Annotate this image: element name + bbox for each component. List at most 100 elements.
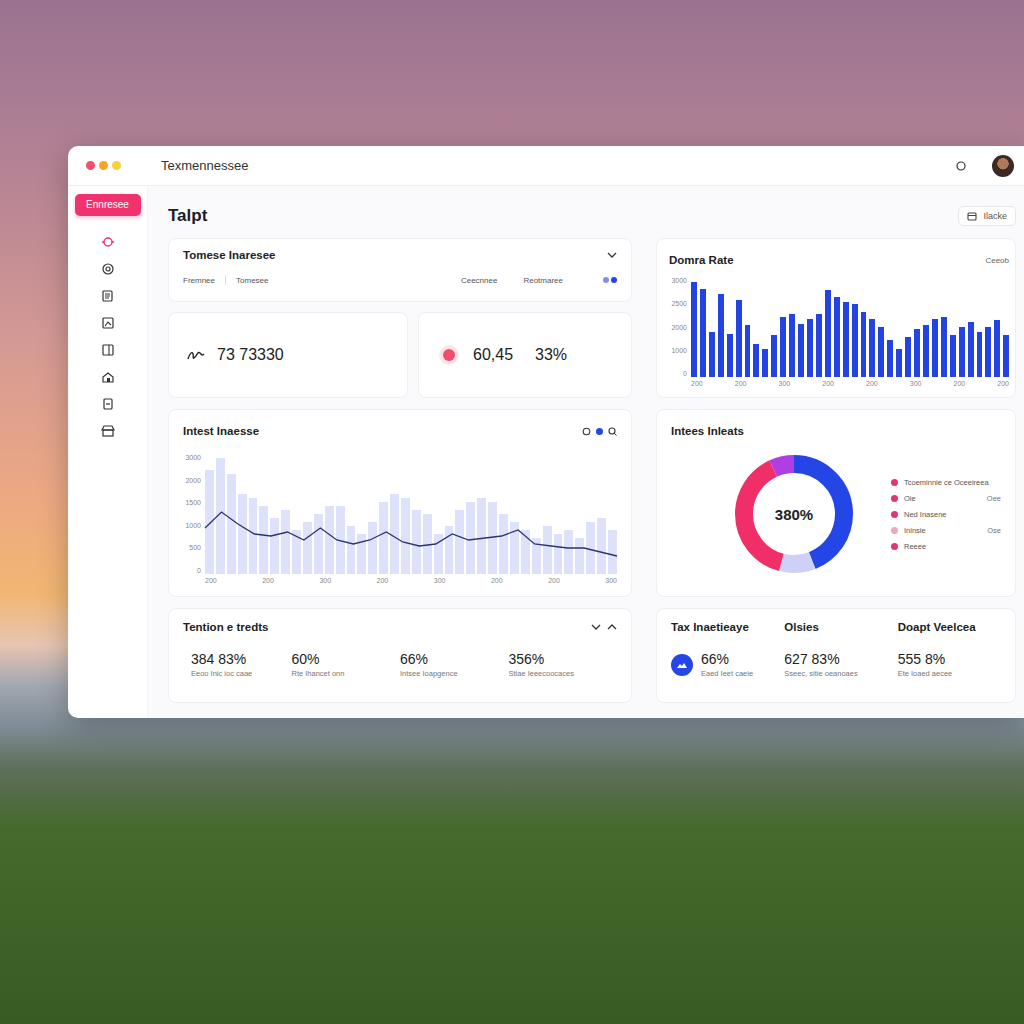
bar[interactable]	[932, 319, 938, 377]
bar[interactable]	[798, 324, 804, 377]
bar[interactable]	[597, 518, 606, 574]
bar[interactable]	[905, 337, 911, 377]
bar[interactable]	[227, 474, 236, 574]
bar[interactable]	[753, 344, 759, 377]
bar[interactable]	[745, 325, 751, 377]
bar[interactable]	[780, 317, 786, 377]
bar[interactable]	[923, 325, 929, 377]
bar[interactable]	[586, 522, 595, 574]
at-icon[interactable]	[102, 263, 114, 275]
chevron-down-icon[interactable]	[607, 252, 617, 258]
bar[interactable]	[412, 510, 421, 574]
bar[interactable]	[499, 514, 508, 574]
bar[interactable]	[259, 506, 268, 574]
bar[interactable]	[1003, 335, 1009, 377]
bar[interactable]	[554, 534, 563, 574]
search-icon[interactable]	[956, 161, 966, 171]
bar[interactable]	[543, 526, 552, 574]
signature-icon	[187, 349, 205, 361]
target-icon[interactable]	[101, 236, 115, 248]
summary-label[interactable]: Fremnee	[183, 276, 215, 285]
bar[interactable]	[852, 304, 858, 377]
window-dot[interactable]	[112, 161, 121, 170]
bar[interactable]	[727, 334, 733, 377]
bar[interactable]	[575, 538, 584, 574]
bar[interactable]	[270, 518, 279, 574]
bar[interactable]	[564, 530, 573, 574]
stat: 60%Rte Ihancet onn	[292, 651, 401, 678]
legend-item[interactable]: IninsieOse	[891, 526, 1001, 535]
bar[interactable]	[869, 319, 875, 377]
summary-label[interactable]: Ceecnnee	[461, 276, 497, 285]
bar[interactable]	[896, 349, 902, 377]
bar[interactable]	[834, 297, 840, 377]
avatar[interactable]	[992, 155, 1014, 177]
bar[interactable]	[762, 349, 768, 377]
bar[interactable]	[608, 530, 617, 574]
chart-action[interactable]: Ceeob	[985, 256, 1009, 265]
bar[interactable]	[368, 522, 377, 574]
window-dot[interactable]	[99, 161, 108, 170]
bar[interactable]	[843, 302, 849, 377]
document-icon[interactable]	[102, 290, 113, 302]
bar[interactable]	[887, 340, 893, 377]
bar[interactable]	[281, 510, 290, 574]
bar[interactable]	[709, 332, 715, 377]
bar[interactable]	[314, 514, 323, 574]
bar[interactable]	[994, 320, 1000, 377]
bar[interactable]	[914, 329, 920, 377]
bar[interactable]	[878, 327, 884, 377]
legend-item[interactable]: OieOee	[891, 494, 1001, 503]
bar[interactable]	[985, 327, 991, 377]
bar[interactable]	[347, 526, 356, 574]
bar[interactable]	[968, 322, 974, 377]
store-icon[interactable]	[101, 425, 115, 437]
bar[interactable]	[950, 335, 956, 377]
bar[interactable]	[249, 498, 258, 574]
refresh-icon[interactable]	[582, 427, 591, 436]
bar[interactable]	[477, 498, 486, 574]
list-icon[interactable]	[103, 398, 113, 410]
legend-item[interactable]: Tcoeminnie ce Oceeireea	[891, 478, 1001, 487]
summary-label[interactable]: Reotmaree	[523, 276, 563, 285]
bar[interactable]	[941, 317, 947, 377]
bar[interactable]	[303, 522, 312, 574]
home-icon[interactable]	[102, 371, 114, 383]
bar[interactable]	[771, 335, 777, 377]
bar[interactable]	[861, 312, 867, 377]
chevron-down-icon[interactable]	[591, 624, 601, 630]
chart-icon[interactable]	[102, 317, 114, 329]
bar[interactable]	[736, 300, 742, 377]
bar[interactable]	[325, 506, 334, 574]
bar[interactable]	[807, 319, 813, 377]
bar[interactable]	[390, 494, 399, 574]
summary-label[interactable]: Tomesee	[236, 276, 268, 285]
bar[interactable]	[445, 526, 454, 574]
bar[interactable]	[816, 314, 822, 377]
header-button[interactable]: Ilacke	[958, 206, 1016, 226]
bar[interactable]	[466, 502, 475, 574]
bar[interactable]	[401, 498, 410, 574]
bar[interactable]	[718, 294, 724, 377]
mountain-icon	[671, 654, 693, 676]
summary-card: Tomese InareseeFremneeTomeseeCeecnneeReo…	[168, 238, 632, 302]
search-icon[interactable]	[608, 427, 617, 436]
bar[interactable]	[959, 327, 965, 377]
bar[interactable]	[789, 314, 795, 377]
bar[interactable]	[700, 289, 706, 377]
bar[interactable]	[455, 510, 464, 574]
bar[interactable]	[691, 282, 697, 377]
bar[interactable]	[357, 534, 366, 574]
filter-icon[interactable]	[595, 427, 604, 436]
bar[interactable]	[379, 502, 388, 574]
bar[interactable]	[977, 332, 983, 377]
bar[interactable]	[205, 470, 214, 574]
window-dot[interactable]	[86, 161, 95, 170]
sidebar-button[interactable]: Ennresee	[75, 194, 141, 216]
bar[interactable]	[825, 290, 831, 377]
bar[interactable]	[238, 494, 247, 574]
panel-icon[interactable]	[102, 344, 114, 356]
legend-item[interactable]: Reeee	[891, 542, 1001, 551]
chevron-up-icon[interactable]	[607, 624, 617, 630]
legend-item[interactable]: Ned Inasene	[891, 510, 1001, 519]
